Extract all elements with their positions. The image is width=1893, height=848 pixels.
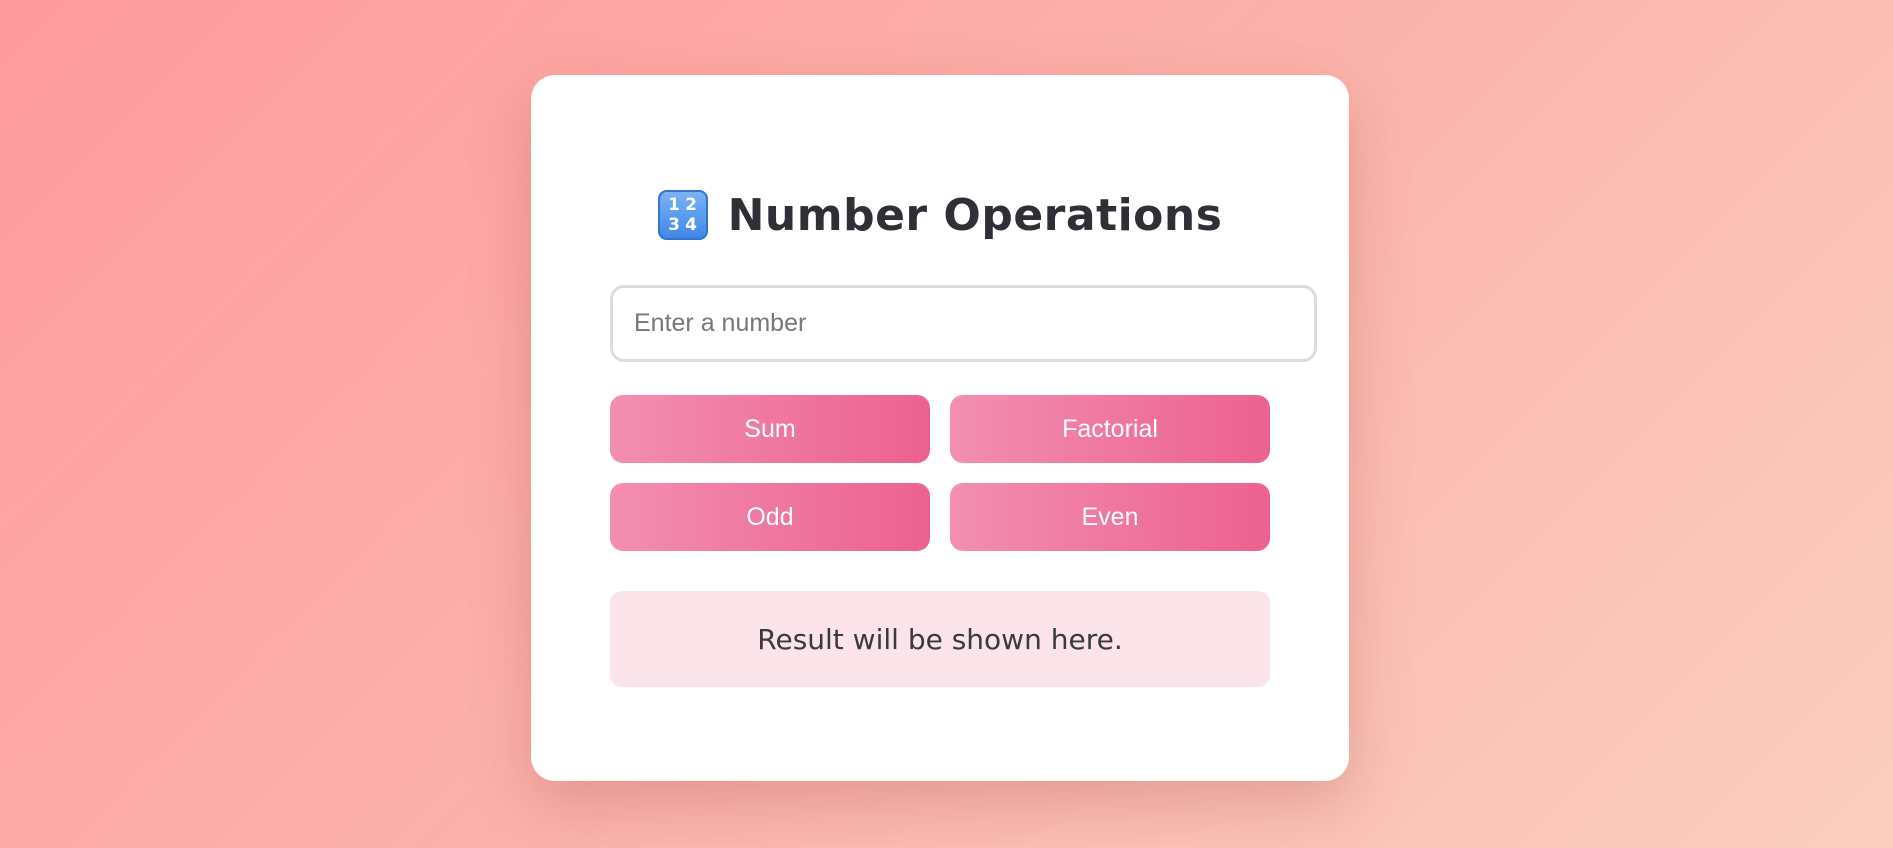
number-input[interactable] (610, 285, 1317, 362)
operations-card: 1 2 3 4 Number Operations Sum Factorial … (531, 75, 1349, 781)
icon-digit-3: 3 (668, 215, 680, 235)
result-box: Result will be shown here. (610, 591, 1270, 687)
icon-digit-4: 4 (685, 215, 697, 235)
sum-button[interactable]: Sum (610, 395, 930, 463)
factorial-button[interactable]: Factorial (950, 395, 1270, 463)
title-text: Number Operations (727, 189, 1223, 241)
icon-digit-2: 2 (685, 195, 697, 215)
input-numbers-icon: 1 2 3 4 (657, 190, 708, 240)
even-button[interactable]: Even (950, 483, 1270, 551)
icon-digit-1: 1 (668, 195, 680, 215)
result-text: Result will be shown here. (757, 622, 1123, 656)
page-title: 1 2 3 4 Number Operations (531, 175, 1349, 255)
odd-button[interactable]: Odd (610, 483, 930, 551)
